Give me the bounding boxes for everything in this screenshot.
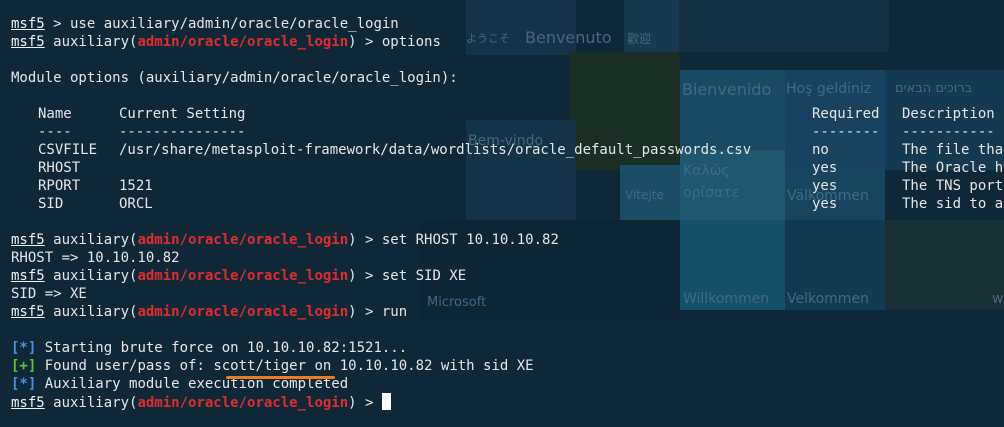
option-required: no <box>812 142 829 158</box>
column-header-name: Name <box>38 106 72 122</box>
option-name: RHOST <box>38 160 81 176</box>
command-output: RHOST => 10.10.10.82 <box>11 250 180 266</box>
info-marker: [*] <box>11 340 37 356</box>
option-description: The file tha <box>902 142 1004 158</box>
prompt: msf5 <box>11 268 45 284</box>
option-setting: /usr/share/metasploit-framework/data/wor… <box>119 142 752 158</box>
module-name: admin/oracle/oracle_login <box>137 268 349 284</box>
command-text: run <box>381 304 408 320</box>
option-description: The Oracle h <box>902 160 1004 176</box>
option-name: SID <box>38 196 64 212</box>
command-text: > use auxiliary/admin/oracle/oracle_logi… <box>44 16 399 32</box>
column-header-description: Description <box>902 106 995 122</box>
option-setting: 1521 <box>119 178 153 194</box>
column-separator: --------------- <box>119 124 246 140</box>
status-line: [*] Starting brute force on 10.10.10.82:… <box>11 339 407 357</box>
option-description: The TNS port <box>902 178 1004 194</box>
status-message: on 10.10.10.82 with sid XE <box>306 358 534 374</box>
terminal-line: msf5 auxiliary(admin/oracle/oracle_login… <box>11 231 559 249</box>
column-separator: ----------- <box>902 124 995 140</box>
column-separator: ---- <box>38 124 72 140</box>
option-required: yes <box>812 178 838 194</box>
command-output: SID => XE <box>11 286 87 302</box>
prompt-context: auxiliary( <box>44 304 138 320</box>
command-text: options <box>381 34 441 50</box>
column-header-setting: Current Setting <box>119 106 246 122</box>
command-text: set RHOST 10.10.10.82 <box>381 232 559 248</box>
module-name: admin/oracle/oracle_login <box>137 232 349 248</box>
prompt: msf5 <box>11 304 45 320</box>
option-description: The sid to a <box>902 196 1004 212</box>
prompt-context: auxiliary( <box>44 34 138 50</box>
terminal-line: msf5 auxiliary(admin/oracle/oracle_login… <box>11 267 466 285</box>
prompt: msf5 <box>11 232 45 248</box>
option-name: RPORT <box>38 178 81 194</box>
module-name: admin/oracle/oracle_login <box>137 34 349 50</box>
prompt-context: ) > <box>348 232 382 248</box>
prompt-context: auxiliary( <box>44 395 138 411</box>
prompt-context: auxiliary( <box>44 232 138 248</box>
column-header-required: Required <box>812 106 880 122</box>
terminal-line[interactable]: msf5 auxiliary(admin/oracle/oracle_login… <box>11 393 391 411</box>
prompt-context: ) > <box>348 34 382 50</box>
option-required: yes <box>812 160 838 176</box>
module-name: admin/oracle/oracle_login <box>137 304 349 320</box>
terminal-line: msf5 > use auxiliary/admin/oracle/oracle… <box>11 15 399 33</box>
terminal-window[interactable]: msf5 > use auxiliary/admin/oracle/oracle… <box>11 15 1004 427</box>
text-cursor[interactable] <box>381 393 391 410</box>
prompt-context: auxiliary( <box>44 268 138 284</box>
credential-highlight-underline <box>226 376 335 379</box>
module-options-header: Module options (auxiliary/admin/oracle/o… <box>11 70 458 86</box>
status-message: Found user/pass of: <box>36 358 214 374</box>
info-marker: [*] <box>11 376 37 392</box>
option-name: CSVFILE <box>38 142 98 158</box>
status-message: Starting brute force on 10.10.10.82:1521… <box>36 340 408 356</box>
success-marker: [+] <box>11 358 37 374</box>
prompt: msf5 <box>11 34 45 50</box>
prompt-context: ) > <box>348 268 382 284</box>
prompt: msf5 <box>11 395 45 411</box>
option-required: yes <box>812 196 838 212</box>
status-line: [+] Found user/pass of: scott/tiger on 1… <box>11 357 534 375</box>
column-separator: -------- <box>812 124 880 140</box>
prompt: msf5 <box>11 16 45 32</box>
found-credentials: scott/tiger <box>213 358 307 374</box>
command-text: set SID XE <box>381 268 467 284</box>
option-setting: ORCL <box>119 196 153 212</box>
module-name: admin/oracle/oracle_login <box>137 395 349 411</box>
prompt-context: ) > <box>348 304 382 320</box>
prompt-context: ) > <box>348 395 382 411</box>
terminal-line: msf5 auxiliary(admin/oracle/oracle_login… <box>11 33 441 51</box>
terminal-line: msf5 auxiliary(admin/oracle/oracle_login… <box>11 303 407 321</box>
